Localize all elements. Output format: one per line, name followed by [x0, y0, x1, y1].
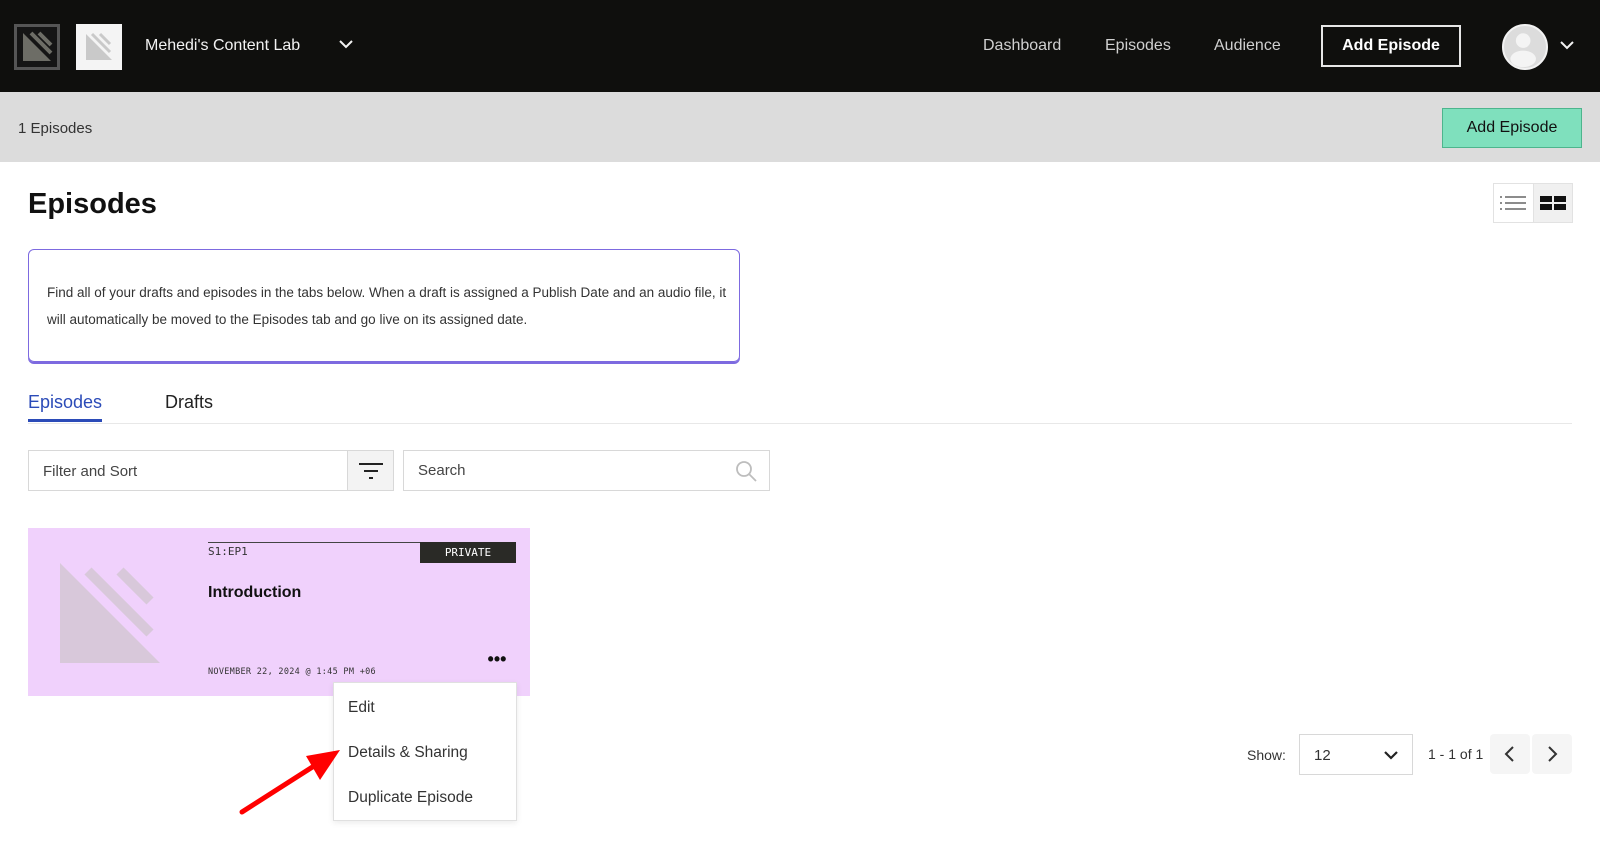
- add-episode-primary-button[interactable]: Add Episode: [1442, 108, 1582, 148]
- episode-count: 1 Episodes: [18, 120, 93, 137]
- nav-link-dashboard[interactable]: Dashboard: [983, 37, 1061, 55]
- search-icon[interactable]: [735, 460, 757, 482]
- show-name[interactable]: Mehedi's Content Lab: [145, 37, 300, 55]
- page-size-value: 12: [1314, 747, 1331, 764]
- next-page-button[interactable]: [1532, 734, 1572, 774]
- info-notice: Find all of your drafts and episodes in …: [28, 249, 740, 362]
- nav-link-audience[interactable]: Audience: [1214, 37, 1281, 55]
- tab-episodes[interactable]: Episodes: [28, 392, 103, 422]
- page-size-select[interactable]: 12: [1299, 734, 1413, 775]
- page-title: Episodes: [28, 188, 157, 220]
- info-notice-text: Find all of your drafts and episodes in …: [47, 285, 727, 327]
- list-view-button[interactable]: [1494, 184, 1533, 222]
- top-navigation: Mehedi's Content Lab Dashboard Episodes …: [0, 0, 1600, 92]
- add-episode-button[interactable]: Add Episode: [1321, 25, 1461, 67]
- show-artwork-icon[interactable]: [76, 24, 122, 70]
- episode-context-menu: Edit Details & Sharing Duplicate Episode: [333, 682, 517, 821]
- grid-icon: [1539, 196, 1566, 210]
- chevron-down-icon[interactable]: [336, 34, 356, 54]
- chevron-left-icon: [1504, 746, 1514, 762]
- previous-page-button[interactable]: [1490, 734, 1530, 774]
- episodes-summary-bar: 1 Episodes Add Episode: [0, 92, 1600, 162]
- menu-item-edit[interactable]: Edit: [348, 699, 375, 717]
- episode-card[interactable]: S1:EP1 PRIVATE Introduction NOVEMBER 22,…: [28, 528, 530, 696]
- list-icon: [1500, 196, 1527, 210]
- user-avatar-icon[interactable]: [1502, 24, 1548, 70]
- nav-link-episodes[interactable]: Episodes: [1105, 37, 1171, 55]
- page-size-label: Show:: [1247, 747, 1286, 763]
- pagination-range: 1 - 1 of 1: [1428, 746, 1484, 762]
- episode-artwork-placeholder-icon: [60, 563, 160, 663]
- filter-button[interactable]: [347, 451, 393, 490]
- status-badge: PRIVATE: [420, 542, 516, 563]
- platform-logo-icon[interactable]: [14, 24, 60, 70]
- filter-icon: [358, 462, 383, 479]
- episode-number: S1:EP1: [208, 545, 248, 558]
- grid-view-button[interactable]: [1532, 184, 1572, 222]
- chevron-right-icon: [1548, 746, 1558, 762]
- menu-item-duplicate-episode[interactable]: Duplicate Episode: [348, 789, 473, 807]
- filter-label: Filter and Sort: [43, 463, 138, 480]
- episode-date: NOVEMBER 22, 2024 @ 1:45 PM +06: [208, 667, 376, 677]
- filter-and-sort[interactable]: Filter and Sort: [28, 450, 394, 491]
- tab-drafts[interactable]: Drafts: [165, 392, 213, 419]
- search-field[interactable]: [403, 450, 770, 491]
- more-options-icon[interactable]: •••: [484, 650, 510, 670]
- menu-item-details-sharing[interactable]: Details & Sharing: [348, 744, 468, 762]
- search-input[interactable]: [404, 451, 724, 490]
- chevron-down-icon: [1384, 751, 1398, 760]
- chevron-down-icon[interactable]: [1558, 36, 1576, 54]
- view-toggle: [1493, 183, 1573, 223]
- annotation-arrow-icon: [239, 750, 340, 815]
- episode-tabs: Episodes Drafts: [28, 390, 1572, 424]
- episode-title[interactable]: Introduction: [208, 584, 301, 602]
